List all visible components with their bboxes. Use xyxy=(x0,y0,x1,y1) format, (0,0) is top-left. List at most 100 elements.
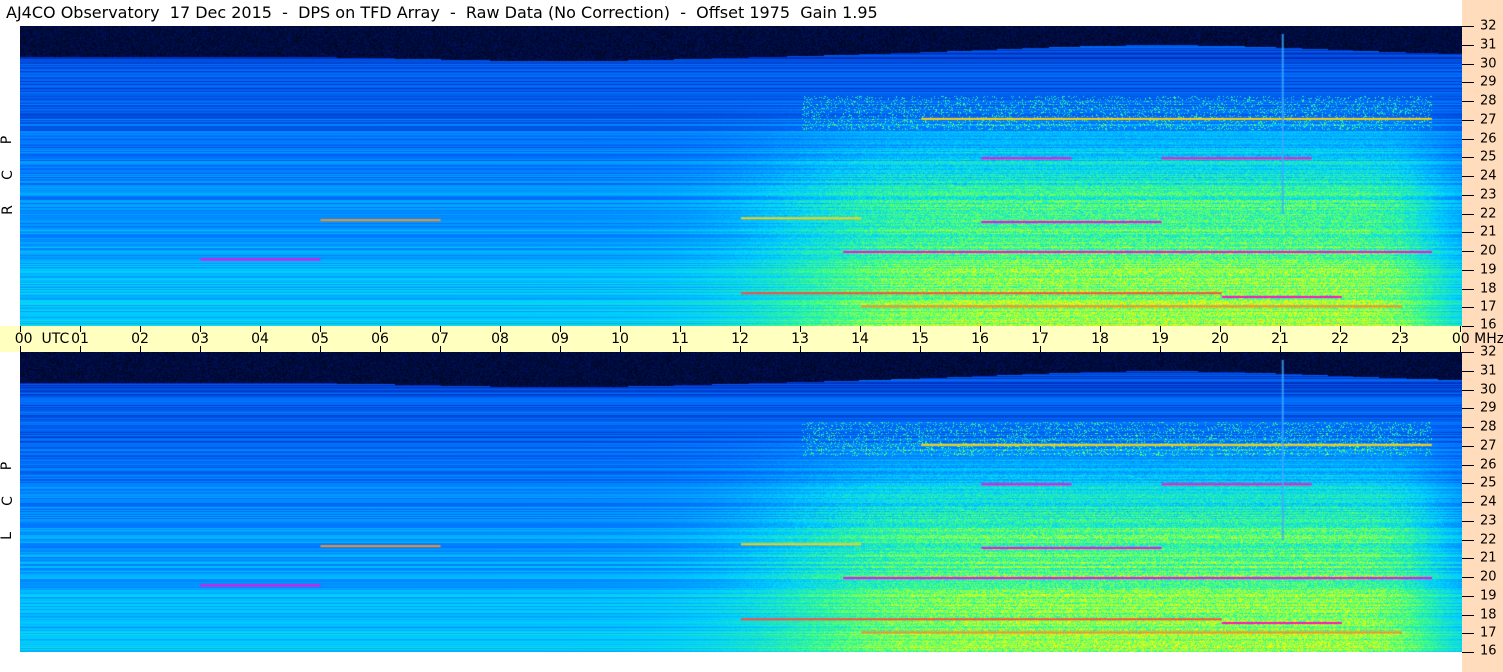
time-tick xyxy=(1460,326,1461,332)
time-tick-label: 12 xyxy=(731,331,749,347)
freq-tick-label: 32 xyxy=(1480,18,1497,34)
time-tick xyxy=(560,326,561,332)
time-tick xyxy=(980,346,981,352)
panel-label-letter: C xyxy=(0,496,16,506)
time-tick-label: 06 xyxy=(371,331,389,347)
freq-tick xyxy=(1462,119,1474,121)
time-tick xyxy=(740,346,741,352)
freq-tick xyxy=(1462,577,1474,578)
freq-tick xyxy=(1462,26,1474,27)
freq-tick-label: 25 xyxy=(1480,475,1497,491)
freq-tick xyxy=(1462,82,1474,84)
time-tick xyxy=(1400,346,1401,352)
freq-tick xyxy=(1462,427,1474,428)
freq-tick xyxy=(1462,445,1474,447)
time-tick-label: 22 xyxy=(1331,331,1349,347)
panel-label-letter: L xyxy=(0,532,15,540)
time-tick-label: 15 xyxy=(911,331,929,347)
time-tick-label: 07 xyxy=(431,331,449,347)
freq-tick-label: 18 xyxy=(1480,281,1497,296)
time-tick xyxy=(1340,346,1341,352)
time-tick xyxy=(1280,346,1281,352)
time-tick-label: 23 xyxy=(1391,331,1409,347)
freq-tick xyxy=(1462,370,1474,372)
time-tick xyxy=(920,326,921,332)
time-tick xyxy=(1160,346,1161,352)
panel-label-letter: P xyxy=(0,135,16,145)
freq-tick xyxy=(1462,176,1474,177)
freq-tick-label: 23 xyxy=(1480,187,1497,203)
freq-tick-label: 19 xyxy=(1480,262,1497,278)
freq-tick xyxy=(1462,614,1474,616)
time-tick-label: 09 xyxy=(551,331,569,347)
time-tick-label: 14 xyxy=(851,331,869,347)
freq-tick xyxy=(1462,288,1474,290)
time-tick xyxy=(1460,346,1461,352)
freq-tick xyxy=(1462,194,1474,196)
time-tick xyxy=(680,326,681,332)
freq-tick-label: 26 xyxy=(1480,457,1497,472)
freq-tick-label: 28 xyxy=(1480,93,1497,109)
freq-tick xyxy=(1462,63,1474,65)
rcp-heatmap xyxy=(20,26,1462,326)
time-tick xyxy=(1220,346,1221,352)
time-tick xyxy=(260,346,261,352)
time-tick xyxy=(200,326,201,332)
panel-label-letter: P xyxy=(0,461,16,471)
time-tick xyxy=(1220,326,1221,332)
freq-tick xyxy=(1462,352,1474,353)
time-tick xyxy=(380,326,381,332)
time-tick xyxy=(140,346,141,352)
freq-tick xyxy=(1462,232,1474,234)
time-tick xyxy=(1280,326,1281,332)
freq-tick-label: 17 xyxy=(1480,299,1497,315)
time-tick-label: 01 xyxy=(71,331,89,347)
time-tick xyxy=(1160,326,1161,332)
freq-tick-label: 21 xyxy=(1480,224,1497,240)
freq-tick xyxy=(1462,502,1474,503)
freq-tick-label: 24 xyxy=(1480,168,1497,184)
freq-tick-label: 19 xyxy=(1480,588,1497,604)
time-tick xyxy=(440,346,441,352)
panel-label-letter: R xyxy=(0,205,16,215)
freq-tick-label: 31 xyxy=(1480,363,1497,379)
freq-tick-label: 24 xyxy=(1480,494,1497,510)
time-tick xyxy=(740,326,741,332)
freq-tick xyxy=(1462,157,1474,159)
time-tick xyxy=(140,326,141,332)
freq-tick-label: 31 xyxy=(1480,37,1497,53)
time-tick xyxy=(1040,346,1041,352)
time-tick xyxy=(1100,346,1101,352)
freq-tick-label: 16 xyxy=(1480,643,1497,659)
time-tick xyxy=(560,346,561,352)
freq-tick xyxy=(1462,44,1474,46)
freq-tick-label: 22 xyxy=(1480,206,1497,221)
freq-tick-label: 20 xyxy=(1480,243,1497,259)
time-tick xyxy=(920,346,921,352)
freq-tick xyxy=(1462,307,1474,309)
time-tick xyxy=(1340,326,1341,332)
freq-tick-label: 30 xyxy=(1480,56,1497,71)
time-tick-label: 13 xyxy=(791,331,809,347)
freq-tick-label: 25 xyxy=(1480,149,1497,165)
time-tick xyxy=(80,346,81,352)
time-tick xyxy=(1100,326,1101,332)
freq-tick xyxy=(1462,483,1474,485)
freq-tick-label: 17 xyxy=(1480,625,1497,641)
time-tick xyxy=(260,326,261,332)
time-tick xyxy=(380,346,381,352)
freq-tick xyxy=(1462,464,1474,466)
freq-tick xyxy=(1462,269,1474,271)
time-tick-label: 21 xyxy=(1271,331,1289,347)
freq-tick-label: 28 xyxy=(1480,419,1497,435)
freq-tick-label: 23 xyxy=(1480,513,1497,529)
freq-tick-label: 30 xyxy=(1480,382,1497,397)
freq-tick xyxy=(1462,558,1474,560)
freq-tick-label: 29 xyxy=(1480,74,1497,90)
time-tick-label: 19 xyxy=(1151,331,1169,347)
freq-tick xyxy=(1462,101,1474,102)
freq-tick xyxy=(1462,539,1474,541)
freq-tick xyxy=(1462,138,1474,140)
time-tick-label: 20 xyxy=(1211,331,1229,347)
time-tick xyxy=(1040,326,1041,332)
